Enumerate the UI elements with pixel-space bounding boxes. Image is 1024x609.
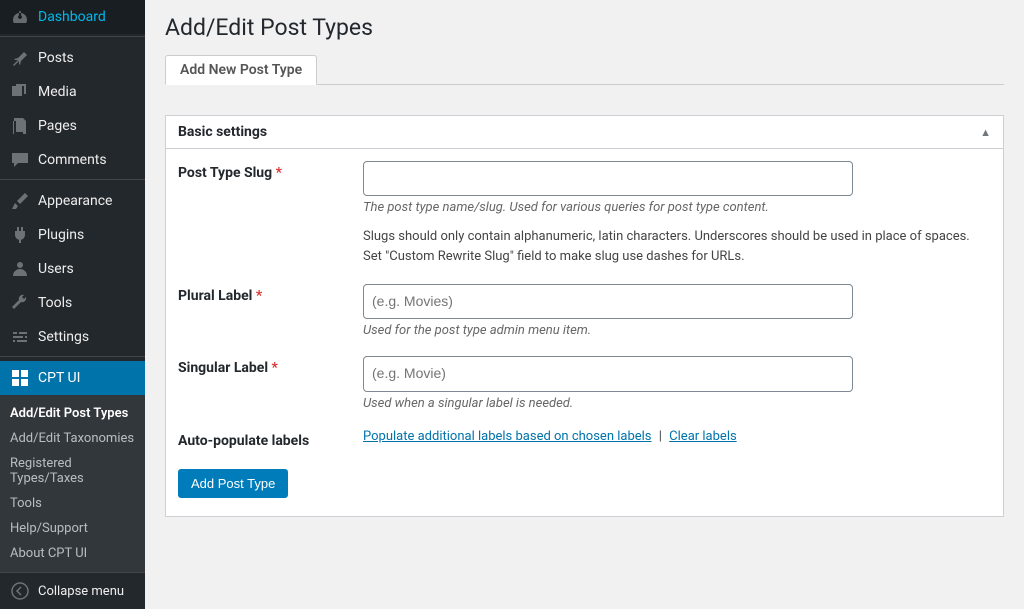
plural-label: Plural Label * bbox=[178, 284, 363, 304]
pin-icon bbox=[10, 48, 30, 68]
comment-icon bbox=[10, 150, 30, 170]
clear-labels-link[interactable]: Clear labels bbox=[669, 429, 737, 444]
submenu-registered-types[interactable]: Registered Types/Taxes bbox=[0, 451, 145, 491]
collapse-icon bbox=[10, 581, 30, 601]
autopopulate-label: Auto-populate labels bbox=[178, 429, 363, 449]
sidebar-item-cptui[interactable]: CPT UI bbox=[0, 361, 145, 395]
singular-label: Singular Label * bbox=[178, 356, 363, 376]
sidebar-item-label: Dashboard bbox=[38, 9, 106, 25]
sidebar-item-comments[interactable]: Comments bbox=[0, 143, 145, 177]
sidebar-item-label: Posts bbox=[38, 50, 74, 66]
panel-header[interactable]: Basic settings ▲ bbox=[166, 116, 1003, 149]
link-separator: | bbox=[655, 429, 666, 444]
sidebar-item-plugins[interactable]: Plugins bbox=[0, 218, 145, 252]
dashboard-icon bbox=[10, 7, 30, 27]
sidebar-item-label: Pages bbox=[38, 118, 77, 134]
singular-desc: Used when a singular label is needed. bbox=[363, 396, 991, 411]
media-icon bbox=[10, 82, 30, 102]
submenu-add-edit-post-types[interactable]: Add/Edit Post Types bbox=[0, 401, 145, 426]
sidebar-item-label: CPT UI bbox=[38, 370, 80, 386]
sidebar-item-label: Appearance bbox=[38, 193, 112, 209]
sliders-icon bbox=[10, 327, 30, 347]
submenu-add-edit-taxonomies[interactable]: Add/Edit Taxonomies bbox=[0, 426, 145, 451]
slug-info: Slugs should only contain alphanumeric, … bbox=[363, 227, 991, 266]
panel-title: Basic settings bbox=[178, 124, 267, 140]
sidebar-item-label: Plugins bbox=[38, 227, 84, 243]
sidebar-item-media[interactable]: Media bbox=[0, 75, 145, 109]
panel-toggle-icon[interactable]: ▲ bbox=[980, 126, 991, 139]
populate-labels-link[interactable]: Populate additional labels based on chos… bbox=[363, 429, 652, 444]
plural-input[interactable] bbox=[363, 284, 853, 319]
submenu-about[interactable]: About CPT UI bbox=[0, 541, 145, 566]
plug-icon bbox=[10, 225, 30, 245]
cptui-submenu: Add/Edit Post Types Add/Edit Taxonomies … bbox=[0, 395, 145, 572]
user-icon bbox=[10, 259, 30, 279]
sidebar-item-dashboard[interactable]: Dashboard bbox=[0, 0, 145, 34]
admin-sidebar: Dashboard Posts Media Pages Comments App… bbox=[0, 0, 145, 550]
sidebar-item-label: Tools bbox=[38, 295, 72, 311]
main-content: Add/Edit Post Types Add New Post Type Ba… bbox=[145, 0, 1024, 550]
collapse-label: Collapse menu bbox=[38, 584, 124, 599]
sidebar-item-pages[interactable]: Pages bbox=[0, 109, 145, 143]
sidebar-item-tools[interactable]: Tools bbox=[0, 286, 145, 320]
sidebar-item-label: Media bbox=[38, 84, 77, 100]
page-title: Add/Edit Post Types bbox=[165, 14, 1004, 41]
sidebar-item-users[interactable]: Users bbox=[0, 252, 145, 286]
collapse-menu[interactable]: Collapse menu bbox=[0, 572, 145, 609]
sidebar-item-label: Settings bbox=[38, 329, 89, 345]
sidebar-item-posts[interactable]: Posts bbox=[0, 41, 145, 75]
sidebar-item-settings[interactable]: Settings bbox=[0, 320, 145, 354]
add-post-type-button[interactable]: Add Post Type bbox=[178, 469, 288, 498]
pages-icon bbox=[10, 116, 30, 136]
brush-icon bbox=[10, 191, 30, 211]
slug-input[interactable] bbox=[363, 161, 853, 196]
submenu-tools[interactable]: Tools bbox=[0, 491, 145, 516]
basic-settings-panel: Basic settings ▲ Post Type Slug * The po… bbox=[165, 115, 1004, 517]
sidebar-item-label: Comments bbox=[38, 152, 107, 168]
wrench-icon bbox=[10, 293, 30, 313]
sidebar-item-label: Users bbox=[38, 261, 74, 277]
singular-input[interactable] bbox=[363, 356, 853, 391]
tab-add-new-post-type[interactable]: Add New Post Type bbox=[165, 55, 317, 85]
tab-bar: Add New Post Type bbox=[165, 55, 1004, 85]
cptui-icon bbox=[10, 368, 30, 388]
sidebar-item-appearance[interactable]: Appearance bbox=[0, 184, 145, 218]
submenu-help-support[interactable]: Help/Support bbox=[0, 516, 145, 541]
plural-desc: Used for the post type admin menu item. bbox=[363, 323, 991, 338]
slug-desc: The post type name/slug. Used for variou… bbox=[363, 200, 991, 215]
slug-label: Post Type Slug * bbox=[178, 161, 363, 181]
